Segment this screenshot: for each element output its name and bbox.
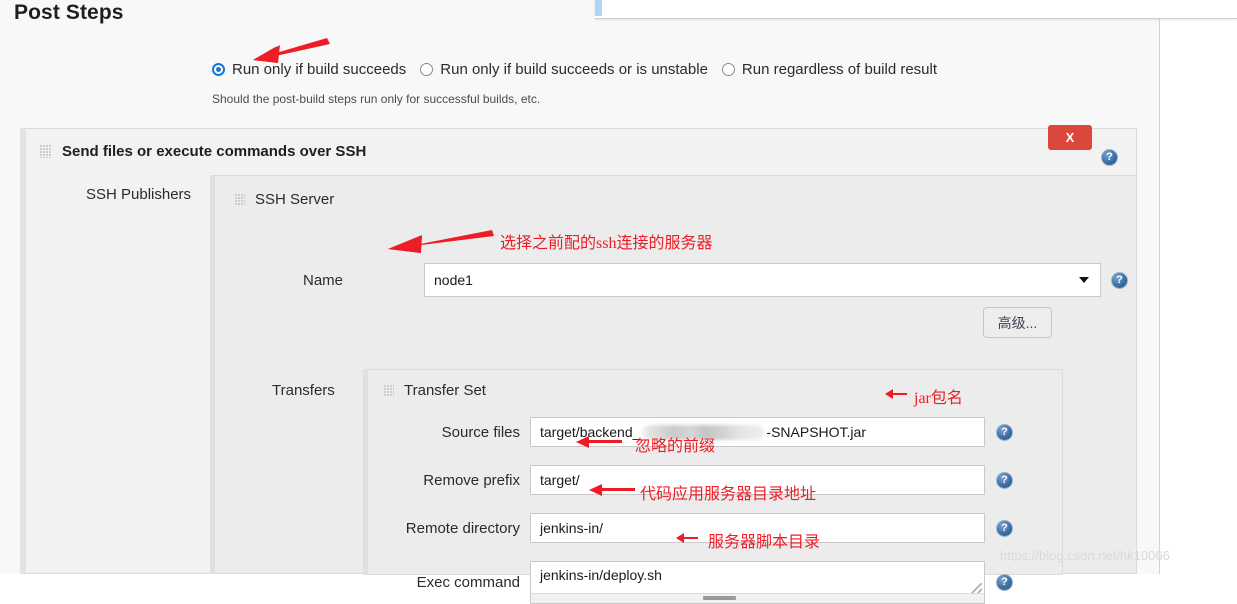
help-icon[interactable]: ?: [996, 519, 1013, 537]
radio-label: Run only if build succeeds or is unstabl…: [440, 61, 708, 78]
transfer-set-section: Transfer Set Source files target/backend…: [363, 369, 1063, 604]
help-icon[interactable]: ?: [996, 471, 1013, 489]
drag-handle-icon[interactable]: [384, 384, 394, 397]
radio-label: Run only if build succeeds: [232, 61, 407, 78]
name-label: Name: [302, 271, 343, 289]
ssh-panel-title: Send files or execute commands over SSH: [62, 143, 367, 160]
transfers-label: Transfers: [272, 382, 335, 399]
transfer-set-heading: Transfer Set: [384, 382, 486, 399]
radio-mark[interactable]: [420, 63, 434, 76]
remote-directory-value: jenkins-in/: [540, 520, 604, 536]
exec-command-label: Exec command: [416, 574, 520, 591]
source-files-row: Source files target/backend_ -SNAPSHOT.j…: [368, 417, 1013, 447]
post-steps-hint: Should the post-build steps run only for…: [212, 92, 541, 106]
exec-command-textarea[interactable]: jenkins-in/deploy.sh: [530, 561, 985, 604]
ssh-publisher-panel: Send files or execute commands over SSH …: [20, 125, 1137, 604]
remote-directory-label: Remote directory: [405, 519, 520, 537]
remove-prefix-label: Remove prefix: [423, 471, 520, 489]
ssh-server-heading: SSH Server: [235, 191, 334, 208]
remote-directory-input[interactable]: jenkins-in/: [530, 513, 985, 543]
remote-directory-row: Remote directory jenkins-in/ ?: [368, 513, 1013, 543]
source-files-value-prefix: target/backend_: [540, 424, 641, 440]
page-title: Post Steps: [14, 1, 124, 24]
radio-option-run-if-succeeds-or-unstable[interactable]: Run only if build succeeds or is unstabl…: [420, 61, 708, 78]
source-files-input[interactable]: target/backend_ -SNAPSHOT.jar: [530, 417, 985, 447]
radio-mark[interactable]: [721, 63, 735, 76]
redacted-blur-block: [642, 424, 765, 440]
page-root: Post Steps Run only if build succeeds Ru…: [0, 0, 1237, 604]
chevron-down-icon[interactable]: [1079, 277, 1089, 283]
floating-box-accent-stripe: [595, 0, 602, 16]
ssh-panel-heading: Send files or execute commands over SSH: [40, 143, 366, 160]
source-files-value-suffix: -SNAPSHOT.jar: [766, 424, 866, 440]
ssh-server-title: SSH Server: [255, 191, 335, 208]
ssh-server-select[interactable]: node1: [424, 263, 1101, 297]
exec-command-value: jenkins-in/deploy.sh: [540, 567, 662, 583]
exec-command-row: Exec command jenkins-in/deploy.sh ?: [368, 561, 1013, 604]
remove-prefix-value: target/: [540, 472, 580, 488]
help-icon[interactable]: ?: [996, 423, 1013, 441]
floating-overlay-box: [595, 0, 1237, 19]
drag-handle-icon[interactable]: [40, 145, 51, 158]
ssh-server-selected-value: node1: [434, 272, 473, 288]
radio-mark-selected[interactable]: [212, 63, 225, 76]
horizontal-scrollbar[interactable]: [531, 593, 984, 603]
name-field-row: Name node1 ?: [255, 263, 1128, 297]
help-icon[interactable]: ?: [1111, 271, 1128, 289]
right-gutter: [1161, 0, 1237, 574]
radio-option-run-regardless[interactable]: Run regardless of build result: [721, 61, 938, 78]
transfer-set-title: Transfer Set: [404, 382, 486, 399]
ssh-publishers-label: SSH Publishers: [86, 186, 192, 203]
remove-prefix-input[interactable]: target/: [530, 465, 985, 495]
help-icon[interactable]: ?: [1101, 149, 1118, 166]
close-button[interactable]: X: [1048, 125, 1092, 150]
ssh-server-section: SSH Server Name node1 ? 高级... Transfers …: [210, 175, 1137, 604]
remove-prefix-row: Remove prefix target/ ?: [368, 465, 1013, 495]
help-icon[interactable]: ?: [996, 574, 1013, 591]
post-steps-radio-group: Run only if build succeeds Run only if b…: [212, 61, 951, 78]
radio-option-run-if-succeeds[interactable]: Run only if build succeeds: [212, 61, 406, 78]
advanced-button[interactable]: 高级...: [983, 307, 1052, 338]
drag-handle-icon[interactable]: [235, 193, 245, 206]
source-files-label: Source files: [441, 423, 520, 441]
radio-label: Run regardless of build result: [741, 61, 938, 78]
